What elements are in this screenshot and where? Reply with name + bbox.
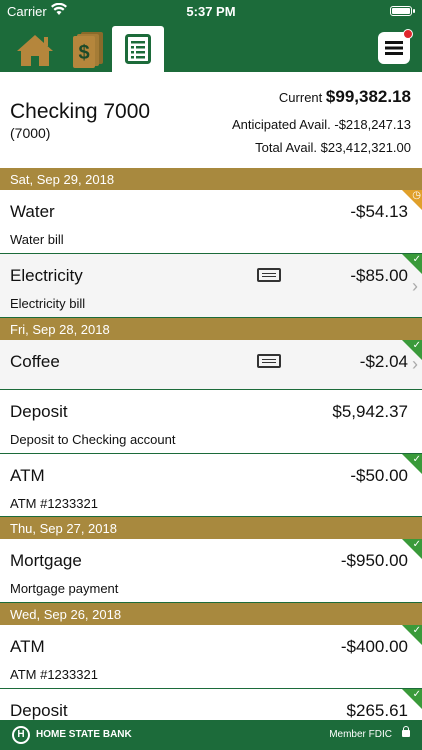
transaction-title: Deposit [10, 701, 68, 720]
transaction-amount: -$950.00 [340, 551, 408, 570]
transaction-description: Mortgage payment [10, 581, 119, 596]
transaction-title: Coffee [10, 352, 60, 371]
dollar-cards-icon: $ [73, 32, 103, 68]
checkmark-icon: ✓ [412, 454, 421, 465]
receipt-icon [257, 268, 281, 282]
register-icon [125, 34, 151, 64]
date-header: Wed, Sep 26, 2018 [0, 603, 422, 625]
tab-home[interactable] [12, 28, 58, 72]
transaction-title: Deposit [10, 402, 68, 421]
bank-name: HOME STATE BANK [36, 729, 132, 740]
home-icon [17, 35, 53, 66]
transaction-title: Water [10, 202, 55, 221]
transaction-title: Mortgage [10, 551, 82, 570]
transaction-row[interactable]: Coffee -$2.04 › ✓ [0, 340, 422, 390]
transaction-title: ATM [10, 637, 45, 656]
status-bar: Carrier 5:37 PM [0, 0, 422, 22]
svg-text:$: $ [78, 42, 89, 64]
transaction-amount: $5,942.37 [332, 402, 408, 421]
bank-logo-icon: H [12, 726, 30, 744]
transaction-row[interactable]: Deposit $265.61 ✓ [0, 689, 422, 720]
current-balance: Current $99,382.18 [279, 87, 411, 107]
checkmark-icon: ✓ [412, 625, 421, 636]
total-balance: Total Avail. $23,412,321.00 [255, 140, 411, 155]
transaction-description: Electricity bill [10, 296, 86, 311]
date-header: Sat, Sep 29, 2018 [0, 168, 422, 190]
date-header: Fri, Sep 28, 2018 [0, 318, 422, 340]
account-header: Checking 7000 (7000) Current $99,382.18 … [0, 72, 422, 168]
transaction-amount: -$400.00 [340, 637, 408, 656]
account-number: (7000) [10, 125, 51, 141]
fdic-label: Member FDIC [329, 729, 392, 740]
transaction-title: ATM [10, 466, 45, 485]
transaction-description: ATM #1233321 [10, 496, 98, 511]
current-balance-label: Current [278, 90, 323, 105]
tab-money[interactable]: $ [66, 28, 112, 72]
notification-badge [403, 29, 413, 39]
transaction-amount: -$50.00 [350, 466, 408, 485]
clock: 5:37 PM [186, 4, 236, 19]
transaction-amount: $265.61 [346, 701, 408, 720]
transaction-row[interactable]: Electricity -$85.00 Electricity bill › ✓ [0, 254, 422, 318]
transaction-amount: -$2.04 [359, 352, 408, 371]
menu-button[interactable] [378, 29, 413, 64]
chevron-right-icon: › [412, 276, 418, 296]
date-header: Thu, Sep 27, 2018 [0, 517, 422, 539]
tab-register[interactable] [112, 26, 164, 72]
lock-icon [402, 726, 410, 737]
transaction-row[interactable]: ATM -$400.00 ATM #1233321 ✓ [0, 625, 422, 689]
anticipated-balance: Anticipated Avail. -$218,247.13 [231, 117, 411, 132]
clock-icon: ◷ [412, 190, 421, 201]
checkmark-icon: ✓ [412, 539, 421, 550]
battery-icon [390, 6, 415, 16]
transaction-row[interactable]: ATM -$50.00 ATM #1233321 ✓ [0, 454, 422, 517]
checkmark-icon: ✓ [412, 254, 421, 265]
checkmark-icon: ✓ [412, 340, 421, 351]
hamburger-menu-icon [385, 41, 403, 55]
transaction-row[interactable]: Mortgage -$950.00 Mortgage payment ✓ [0, 539, 422, 603]
transaction-amount: -$54.13 [350, 202, 408, 221]
nav-bar: $ [0, 22, 422, 72]
transaction-description: Water bill [10, 232, 64, 247]
checkmark-icon: ✓ [412, 689, 421, 700]
footer: H HOME STATE BANK Member FDIC [0, 720, 422, 750]
current-balance-amount: $99,382.18 [325, 87, 411, 106]
transaction-list[interactable]: Sat, Sep 29, 2018 Water -$54.13 Water bi… [0, 168, 422, 720]
receipt-icon [257, 354, 281, 368]
transaction-description: ATM #1233321 [10, 667, 98, 682]
transaction-description: Deposit to Checking account [10, 432, 176, 447]
transaction-row[interactable]: Water -$54.13 Water bill ◷ [0, 190, 422, 254]
account-name: Checking 7000 [10, 100, 151, 123]
transaction-row[interactable]: Deposit $5,942.37 Deposit to Checking ac… [0, 390, 422, 454]
transaction-title: Electricity [10, 266, 83, 285]
transaction-amount: -$85.00 [350, 266, 408, 285]
